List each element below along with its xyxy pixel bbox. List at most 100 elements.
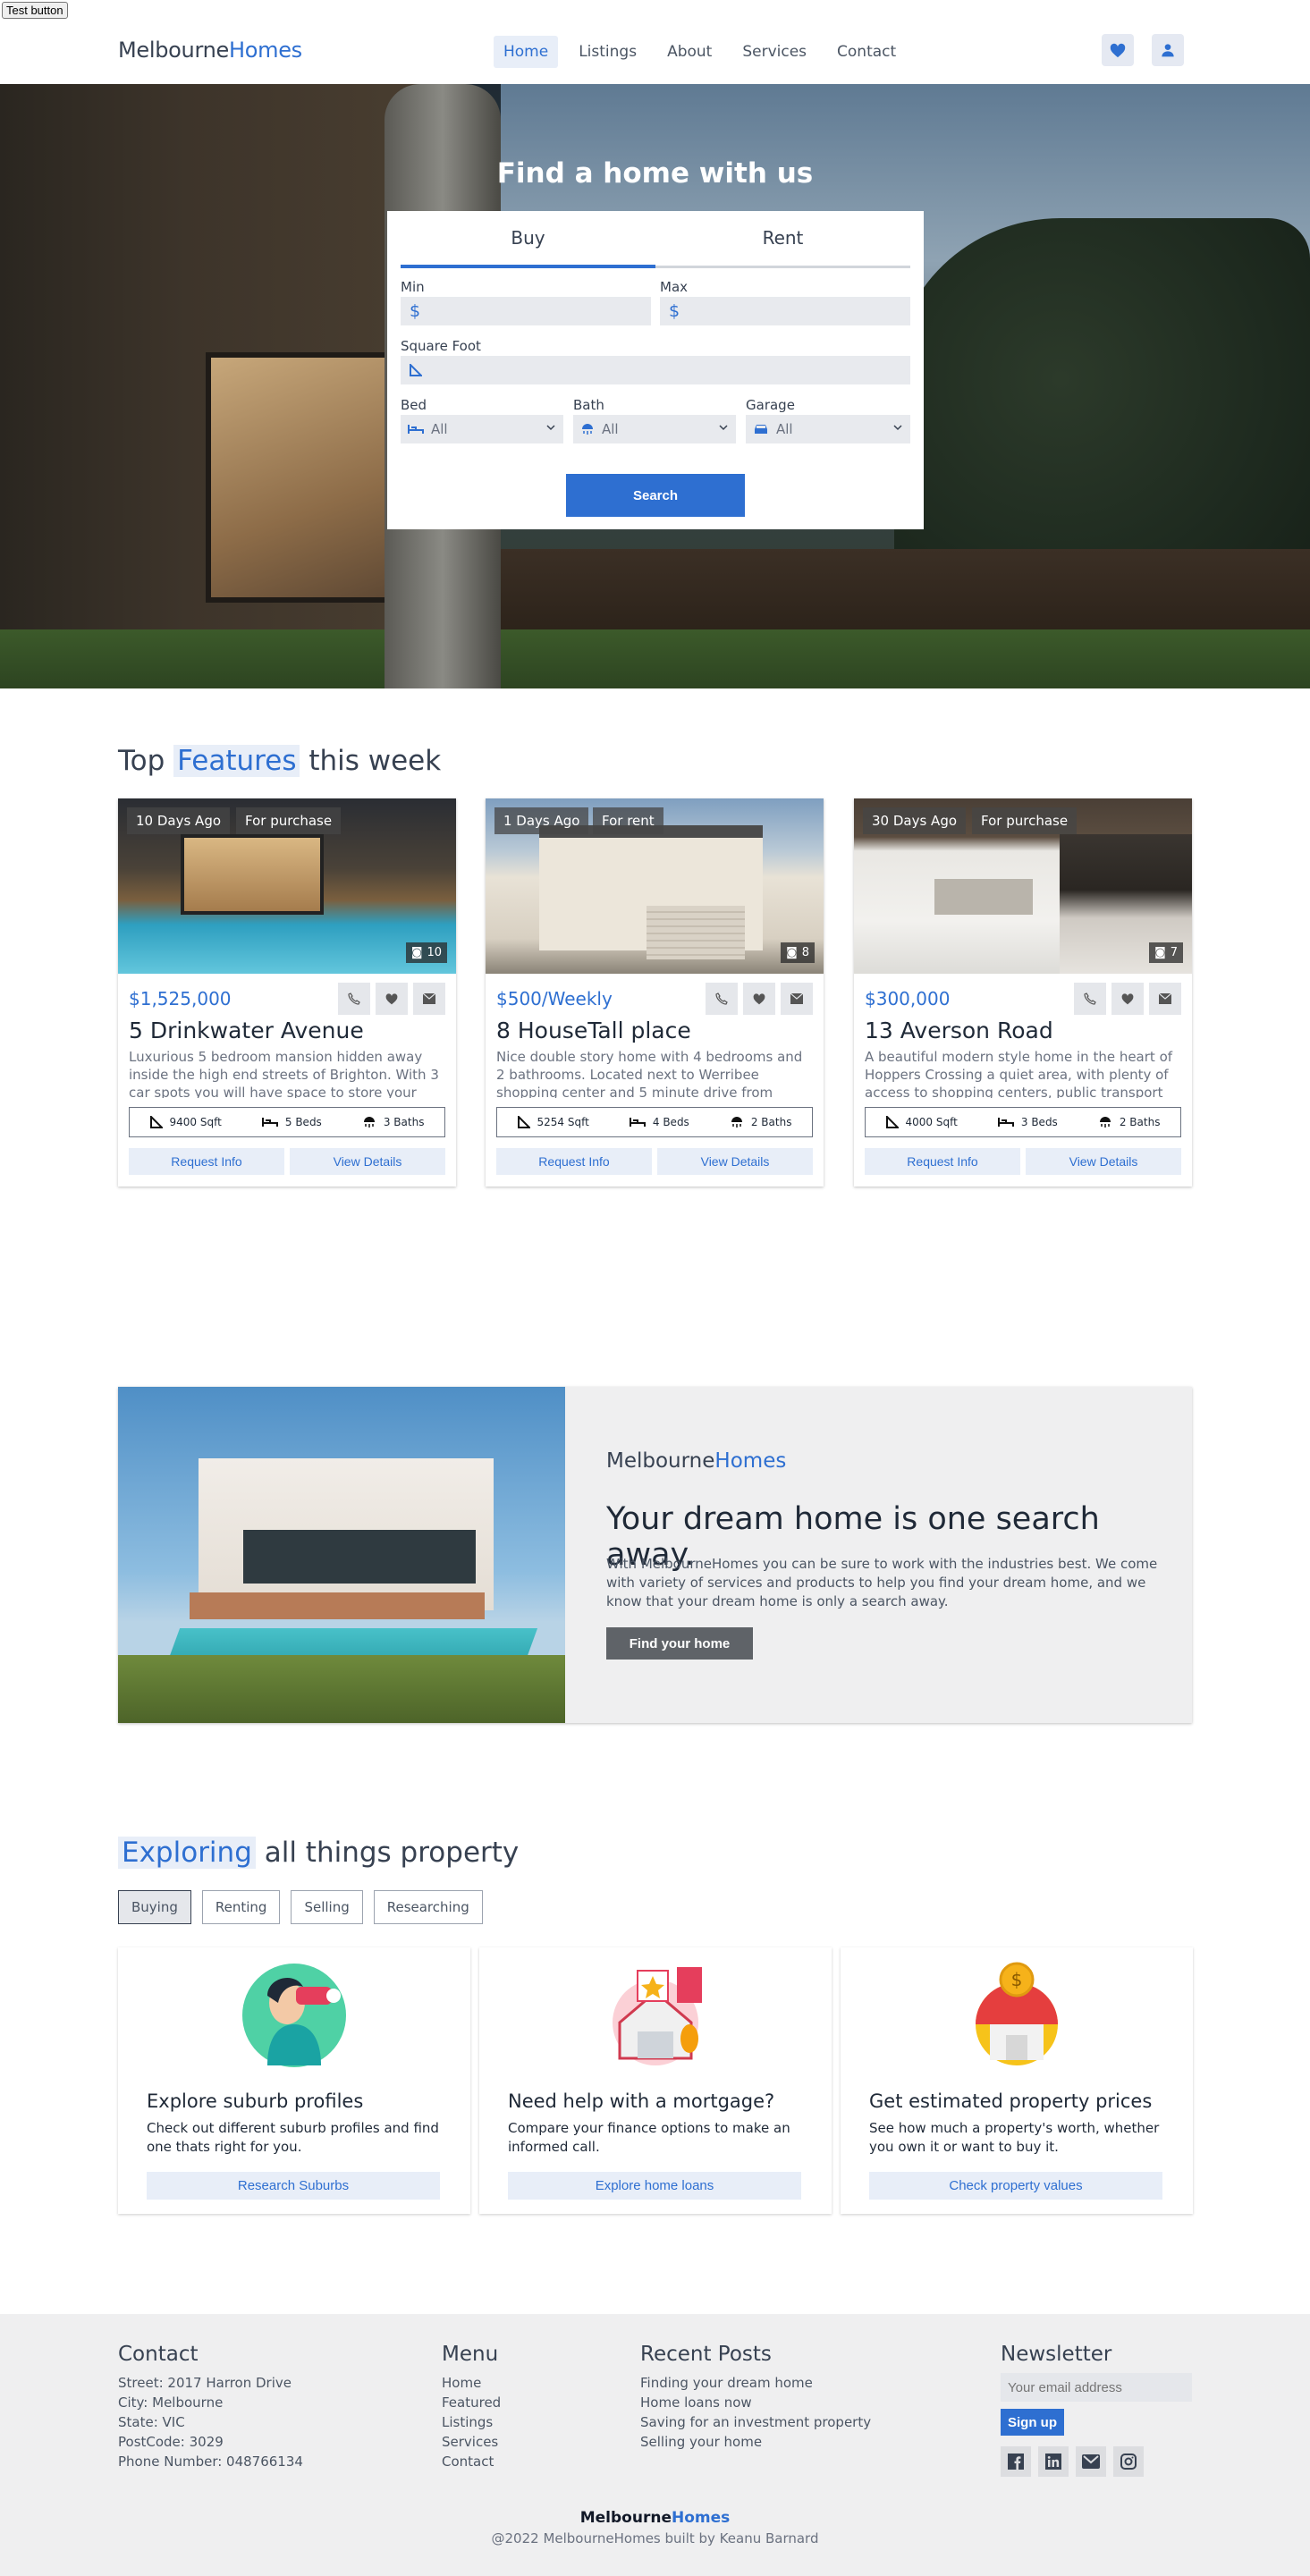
photo-count-value: 10 [427, 946, 442, 959]
nav-link-services[interactable]: Services [732, 36, 816, 68]
promo-brick [190, 1592, 485, 1619]
property-photo[interactable]: 1 Days Ago For rent ◙ 8 [486, 798, 824, 974]
call-button[interactable] [706, 983, 738, 1015]
logo[interactable]: MelbourneHomes [118, 38, 302, 63]
research-suburbs-button[interactable]: Research Suburbs [147, 2172, 440, 2200]
favorite-button[interactable] [1111, 983, 1144, 1015]
listing-description: A beautiful modern style home in the hea… [865, 1049, 1173, 1098]
exploring-title: Exploring all things property [118, 1837, 519, 1869]
listing-type-badge: For rent [593, 807, 663, 834]
email-button[interactable] [781, 983, 813, 1015]
facebook-link[interactable] [1001, 2446, 1031, 2477]
linkedin-link[interactable] [1038, 2446, 1069, 2477]
instagram-link[interactable] [1113, 2446, 1144, 2477]
view-details-button[interactable]: View Details [657, 1148, 813, 1175]
filter-selling[interactable]: Selling [291, 1890, 363, 1924]
request-info-button[interactable]: Request Info [129, 1148, 284, 1175]
nav-link-about[interactable]: About [657, 36, 722, 68]
heart-icon [385, 993, 398, 1005]
listing-age-badge: 10 Days Ago [127, 807, 231, 834]
footer-link-featured[interactable]: Featured [442, 2393, 501, 2412]
call-button[interactable] [338, 983, 370, 1015]
linkedin-icon [1045, 2454, 1061, 2470]
photo-count[interactable]: ◙ 7 [1149, 942, 1183, 963]
contact-postcode: PostCode: 3029 [118, 2434, 224, 2450]
test-button[interactable]: Test button [2, 2, 68, 19]
bath-select[interactable]: All [573, 415, 736, 443]
search-button[interactable]: Search [566, 474, 745, 517]
search-card: Buy Rent Min $ Max $ Square Foot Bed All… [387, 211, 924, 529]
footer-link-contact[interactable]: Contact [442, 2452, 501, 2471]
find-home-button[interactable]: Find your home [606, 1627, 753, 1660]
ruler-icon [149, 1116, 163, 1128]
explore-card-title: Need help with a mortgage? [508, 2090, 775, 2112]
property-price-illustration: $ [976, 1962, 1058, 2065]
check-property-values-button[interactable]: Check property values [869, 2172, 1162, 2200]
listing-price: $300,000 [865, 988, 951, 1009]
filter-renting[interactable]: Renting [201, 1890, 281, 1924]
promo-text: With MelbourneHomes you can be sure to w… [606, 1556, 1158, 1609]
max-label: Max [660, 279, 689, 295]
email-button[interactable] [413, 983, 445, 1015]
favorite-button[interactable] [376, 983, 408, 1015]
listing-title[interactable]: 8 HouseTall place [496, 1018, 691, 1043]
mail-icon [1159, 993, 1171, 1004]
nav-link-listings[interactable]: Listings [569, 36, 647, 68]
view-details-button[interactable]: View Details [1026, 1148, 1181, 1175]
hero-lawn [0, 629, 1310, 688]
filter-researching[interactable]: Researching [373, 1890, 483, 1924]
footer-link-services[interactable]: Services [442, 2432, 501, 2452]
spec-beds-value: 5 Beds [284, 1116, 322, 1128]
listing-price: $1,525,000 [129, 988, 232, 1009]
sqft-input[interactable] [401, 356, 910, 384]
garage-select[interactable]: All [746, 415, 910, 443]
explore-home-loans-button[interactable]: Explore home loans [508, 2172, 801, 2200]
property-photo[interactable]: 10 Days Ago For purchase ◙ 10 [118, 798, 456, 974]
nav-link-contact[interactable]: Contact [827, 36, 906, 68]
nav-link-home[interactable]: Home [494, 36, 559, 68]
photo-count[interactable]: ◙ 8 [781, 942, 815, 963]
garage-label: Garage [746, 397, 795, 413]
email-icon [1082, 2454, 1100, 2469]
view-details-button[interactable]: View Details [290, 1148, 445, 1175]
newsletter-signup-button[interactable]: Sign up [1001, 2409, 1064, 2436]
phone-icon [715, 992, 728, 1005]
recent-post-link[interactable]: Saving for an investment property [640, 2412, 871, 2432]
tab-buy[interactable]: Buy [401, 211, 655, 268]
footer-link-listings[interactable]: Listings [442, 2412, 501, 2432]
email-button[interactable] [1149, 983, 1181, 1015]
call-button[interactable] [1074, 983, 1106, 1015]
features-title: Top Features this week [118, 745, 441, 777]
tab-rent[interactable]: Rent [655, 211, 910, 266]
listing-title[interactable]: 5 Drinkwater Avenue [129, 1018, 364, 1043]
garage-select-value: All [776, 421, 793, 437]
spec-baths: 2 Baths [730, 1115, 791, 1129]
min-price-input[interactable]: $ [401, 297, 651, 325]
photo-sofa [934, 879, 1033, 915]
property-card: 30 Days Ago For purchase ◙ 7 $300,000 13 … [854, 798, 1192, 1187]
filter-buying[interactable]: Buying [118, 1890, 191, 1924]
sqft-label: Square Foot [401, 338, 481, 354]
recent-post-link[interactable]: Home loans now [640, 2393, 871, 2412]
contact-street: Street: 2017 Harron Drive [118, 2375, 292, 2391]
promo-banner: MelbourneHomes Your dream home is one se… [118, 1387, 1192, 1723]
property-photo[interactable]: 30 Days Ago For purchase ◙ 7 [854, 798, 1192, 974]
recent-post-link[interactable]: Finding your dream home [640, 2373, 871, 2393]
spec-sqft: 4000 Sqft [885, 1116, 958, 1128]
recent-post-link[interactable]: Selling your home [640, 2432, 871, 2452]
newsletter-email-input[interactable] [1001, 2373, 1192, 2402]
listing-title[interactable]: 13 Averson Road [865, 1018, 1053, 1043]
email-link[interactable] [1076, 2446, 1106, 2477]
bed-select[interactable]: All [401, 415, 563, 443]
max-price-input[interactable]: $ [660, 297, 910, 325]
explore-card-title: Explore suburb profiles [147, 2090, 364, 2112]
footer-link-home[interactable]: Home [442, 2373, 501, 2393]
account-button[interactable] [1152, 34, 1184, 66]
request-info-button[interactable]: Request Info [865, 1148, 1020, 1175]
footer-menu: Menu Home Featured Listings Services Con… [442, 2343, 501, 2471]
favorite-button[interactable] [743, 983, 775, 1015]
photo-count[interactable]: ◙ 10 [405, 942, 447, 963]
user-icon [1162, 44, 1174, 57]
favorites-button[interactable] [1102, 34, 1134, 66]
request-info-button[interactable]: Request Info [496, 1148, 652, 1175]
